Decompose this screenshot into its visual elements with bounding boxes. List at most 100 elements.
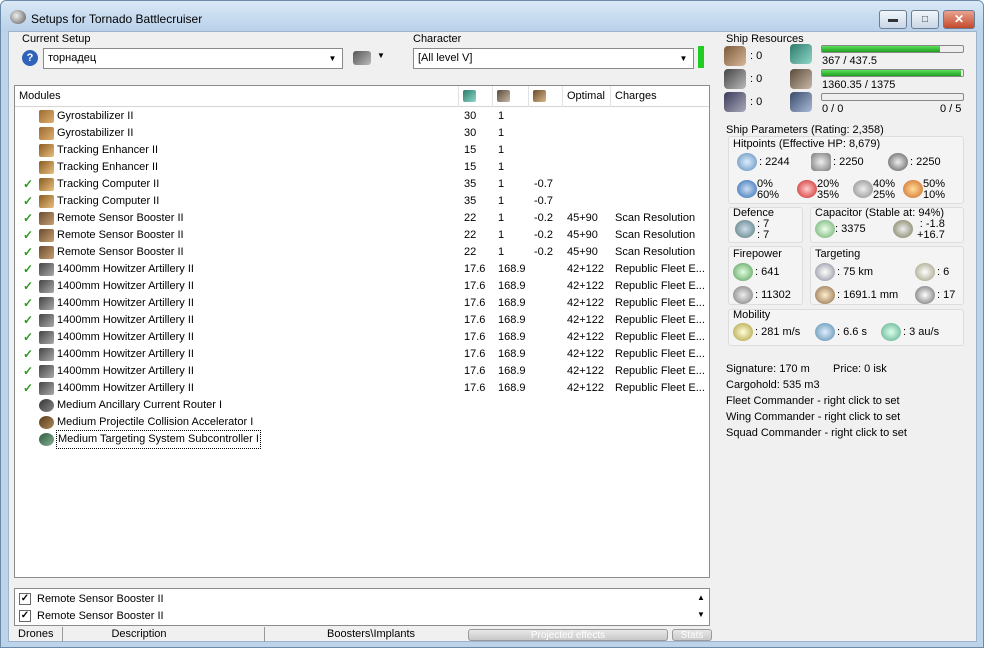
- align-time: : 6.6 s: [837, 326, 867, 338]
- module-charges: Scan Resolution: [615, 212, 696, 224]
- artillery-icon: [39, 348, 54, 361]
- explosive-resist-armor: 10%: [923, 189, 946, 201]
- module-name: Remote Sensor Booster II: [57, 229, 184, 241]
- module-row[interactable]: Tracking Enhancer II 15 1: [15, 159, 709, 176]
- col-header-optimal[interactable]: Optimal: [563, 86, 611, 107]
- active-check-icon[interactable]: ✓: [23, 176, 33, 193]
- launcher-hardpoint-icon: [724, 69, 746, 89]
- module-cpu: 15: [464, 161, 477, 173]
- tab-projected-effects[interactable]: Projected effects: [468, 629, 668, 641]
- rig-icon: [39, 433, 54, 446]
- tracking-computer-icon: [39, 195, 54, 208]
- kinetic-resist-armor: 25%: [873, 189, 896, 201]
- module-row[interactable]: Medium Projectile Collision Accelerator …: [15, 414, 709, 431]
- module-row[interactable]: ✓ 1400mm Howitzer Artillery II 17.6 168.9 42…: [15, 380, 709, 397]
- active-check-icon[interactable]: ✓: [23, 312, 33, 329]
- active-check-icon[interactable]: ✓: [23, 193, 33, 210]
- character-dropdown[interactable]: [All level V] ▼: [413, 48, 694, 69]
- close-button[interactable]: ✕: [943, 10, 975, 29]
- cpu-icon: [790, 44, 812, 64]
- active-check-icon[interactable]: ✓: [23, 210, 33, 227]
- projected-checkbox[interactable]: ✓: [19, 610, 31, 623]
- col-header-cpu[interactable]: [459, 86, 493, 107]
- module-row[interactable]: ✓ Remote Sensor Booster II 22 1 -0.2 45+90 Sca…: [15, 244, 709, 261]
- ship-menu-icon[interactable]: [353, 51, 371, 65]
- squad-commander[interactable]: Squad Commander - right click to set: [726, 427, 907, 439]
- setup-dropdown-value: торнадец: [48, 52, 97, 64]
- module-capacitor: -0.7: [534, 195, 553, 207]
- active-check-icon[interactable]: ✓: [23, 380, 33, 397]
- tab-drones[interactable]: Drones: [18, 627, 53, 642]
- targeting-box: Targeting : 75 km : 6 : 1691.1 mm : 17: [810, 246, 964, 305]
- projected-list[interactable]: ✓ Remote Sensor Booster II ✓ Remote Sensor…: [14, 588, 710, 626]
- thermal-resist-icon: [797, 180, 817, 198]
- minimize-button[interactable]: ▬: [879, 10, 907, 29]
- thermal-resists: 20% 35%: [817, 179, 839, 201]
- col-header-charges[interactable]: Charges: [611, 86, 709, 107]
- tab-stats[interactable]: Stats: [672, 629, 712, 641]
- module-charges: Republic Fleet E...: [615, 365, 705, 377]
- firepower-box: Firepower : 641 : 11302: [728, 246, 803, 305]
- module-row[interactable]: ✓ Remote Sensor Booster II 22 1 -0.2 45+90 Sca…: [15, 210, 709, 227]
- tab-description[interactable]: Description: [62, 627, 212, 642]
- module-row[interactable]: ✓ 1400mm Howitzer Artillery II 17.6 168.9 42…: [15, 329, 709, 346]
- tab-boosters-implants[interactable]: Boosters\Implants: [264, 627, 464, 642]
- module-optimal: 45+90: [567, 246, 598, 258]
- hull-hp: : 2250: [910, 156, 941, 168]
- module-row[interactable]: ✓ 1400mm Howitzer Artillery II 17.6 168.9 42…: [15, 261, 709, 278]
- active-check-icon[interactable]: ✓: [23, 261, 33, 278]
- scroll-down-icon[interactable]: ▼: [695, 609, 707, 621]
- tracking-enhancer-icon: [39, 161, 54, 174]
- module-row[interactable]: ✓ Tracking Computer II 35 1 -0.7: [15, 193, 709, 210]
- col-header-modules[interactable]: Modules: [15, 86, 459, 107]
- capacitor-amount: : 3375: [835, 223, 866, 235]
- active-check-icon[interactable]: ✓: [23, 278, 33, 295]
- module-row[interactable]: Medium Targeting System Subcontroller I: [15, 430, 709, 449]
- ship-menu-chevron-icon[interactable]: ▼: [377, 51, 385, 60]
- artillery-icon: [39, 314, 54, 327]
- module-row[interactable]: ✓ Remote Sensor Booster II 22 1 -0.2 45+90 Sca…: [15, 227, 709, 244]
- capacitor-box: Capacitor (Stable at: 94%) : 3375 : -1.8…: [810, 207, 964, 243]
- module-row[interactable]: Medium Ancillary Current Router I: [15, 397, 709, 414]
- module-row[interactable]: ✓ 1400mm Howitzer Artillery II 17.6 168.9 42…: [15, 278, 709, 295]
- rig-icon: [39, 416, 54, 429]
- module-row[interactable]: ✓ Tracking Computer II 35 1 -0.7: [15, 176, 709, 193]
- shield-icon: [737, 153, 757, 171]
- active-check-icon[interactable]: ✓: [23, 295, 33, 312]
- modules-grid[interactable]: Modules Optimal Charges Gyrostabilizer I…: [14, 85, 710, 578]
- warp-speed: : 3 au/s: [903, 326, 940, 338]
- module-row[interactable]: ✓ 1400mm Howitzer Artillery II 17.6 168.9 42…: [15, 346, 709, 363]
- capacitor-icon: [815, 220, 835, 238]
- module-row[interactable]: ✓ 1400mm Howitzer Artillery II 17.6 168.9 42…: [15, 295, 709, 312]
- projected-item[interactable]: ✓ Remote Sensor Booster II: [19, 591, 164, 607]
- artillery-icon: [39, 263, 54, 276]
- maximize-button[interactable]: □: [911, 10, 939, 29]
- module-row[interactable]: Gyrostabilizer II 30 1: [15, 108, 709, 125]
- active-check-icon[interactable]: ✓: [23, 244, 33, 261]
- col-header-capacitor[interactable]: [529, 86, 563, 107]
- drone-bay-value: 0 / 0: [822, 103, 844, 115]
- module-name: 1400mm Howitzer Artillery II: [57, 280, 194, 292]
- module-row[interactable]: Gyrostabilizer II 30 1: [15, 125, 709, 142]
- module-row[interactable]: ✓ 1400mm Howitzer Artillery II 17.6 168.9 42…: [15, 363, 709, 380]
- drone-hardpoint-icon: [724, 92, 746, 112]
- module-capacitor: -0.2: [534, 212, 553, 224]
- module-row[interactable]: ✓ 1400mm Howitzer Artillery II 17.6 168.9 42…: [15, 312, 709, 329]
- active-check-icon[interactable]: ✓: [23, 329, 33, 346]
- setup-dropdown[interactable]: торнадец ▼: [43, 48, 343, 69]
- fleet-commander[interactable]: Fleet Commander - right click to set: [726, 395, 900, 407]
- active-check-icon[interactable]: ✓: [23, 227, 33, 244]
- module-row[interactable]: Tracking Enhancer II 15 1: [15, 142, 709, 159]
- col-header-powergrid[interactable]: [493, 86, 529, 107]
- module-cpu: 17.6: [464, 331, 486, 343]
- projected-item[interactable]: ✓ Remote Sensor Booster II: [19, 608, 164, 624]
- title-bar[interactable]: Setups for Tornado Battlecruiser ▬ □ ✕: [1, 1, 983, 31]
- scroll-up-icon[interactable]: ▲: [695, 592, 707, 604]
- active-check-icon[interactable]: ✓: [23, 346, 33, 363]
- wing-commander[interactable]: Wing Commander - right click to set: [726, 411, 900, 423]
- ship-parameters-title: Ship Parameters (Rating: 2,358): [726, 124, 884, 136]
- help-icon[interactable]: ?: [22, 50, 38, 66]
- projected-checkbox[interactable]: ✓: [19, 593, 31, 606]
- cargohold: Cargohold: 535 m3: [726, 379, 820, 391]
- active-check-icon[interactable]: ✓: [23, 363, 33, 380]
